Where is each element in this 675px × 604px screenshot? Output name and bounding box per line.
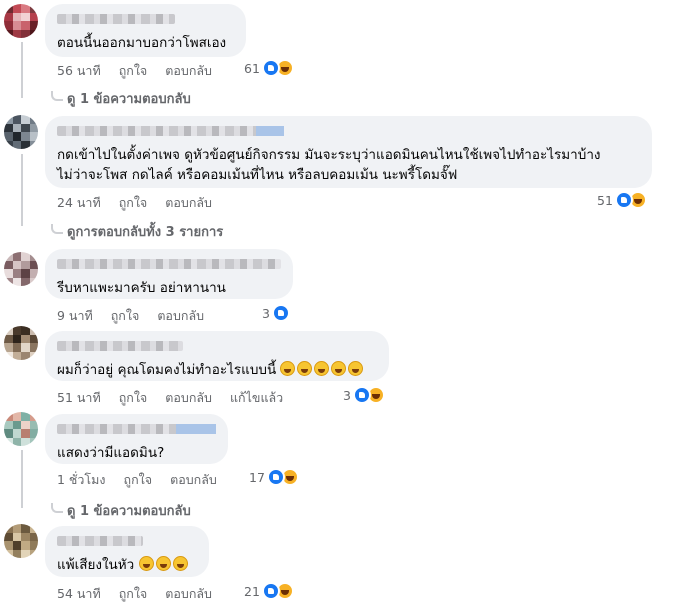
like-reaction-icon <box>614 191 633 209</box>
reply-arrow-icon <box>51 224 63 234</box>
comment-actions: 1 ชั่วโมง ถูกใจ ตอบกลับ <box>57 470 217 490</box>
like-button[interactable]: ถูกใจ <box>119 584 148 604</box>
comment-bubble: ผมก็ว่าอยู่ คุณโดมคงไม่ทำอะไรแบบนี้ <box>45 331 389 381</box>
view-replies-label: ดูการตอบกลับทั้ง 3 รายการ <box>67 225 224 240</box>
view-replies-label: ดู 1 ข้อความตอบกลับ <box>67 504 191 519</box>
reaction-count: 61 <box>244 60 260 76</box>
comment-text: รีบหาแพะมาครับ อย่าหานาน <box>57 280 226 296</box>
reaction-count: 3 <box>262 305 270 321</box>
thread-line <box>21 450 23 508</box>
like-reaction-icon <box>271 304 290 322</box>
comment-bubble: ตอนนี้นออกมาบอกว่าโพสเอง <box>45 4 246 57</box>
reaction-summary[interactable]: 51 <box>597 191 647 209</box>
reaction-count: 21 <box>244 583 260 599</box>
reply-button[interactable]: ตอบกลับ <box>165 193 212 213</box>
rofl-emoji-icon <box>155 556 171 571</box>
author-name-redacted[interactable] <box>57 259 281 269</box>
view-replies-label: ดู 1 ข้อความตอบกลับ <box>67 92 191 107</box>
like-button[interactable]: ถูกใจ <box>119 61 148 81</box>
comment-text: แสดงว่ามีแอดมิน? <box>57 445 165 461</box>
reaction-summary[interactable]: 3 <box>262 304 290 322</box>
avatar[interactable] <box>4 4 38 38</box>
comment-actions: 9 นาที ถูกใจ ตอบกลับ <box>57 306 204 326</box>
reaction-summary[interactable]: 3 <box>343 386 385 404</box>
author-name-redacted[interactable] <box>57 424 216 434</box>
comment-text: ตอนนี้นออกมาบอกว่าโพสเอง <box>57 35 227 51</box>
comment-text: กดเข้าไปในตั้งค่าเพจ ดูหัวข้อศูนย์กิจกรร… <box>57 147 601 183</box>
comment-text: แพ้เสียงในหัว <box>57 555 197 575</box>
comment-actions: 54 นาที ถูกใจ ตอบกลับ <box>57 584 212 604</box>
laughing-emoji-icon <box>280 361 296 376</box>
like-button[interactable]: ถูกใจ <box>119 193 148 213</box>
comment-actions: 51 นาที ถูกใจ ตอบกลับ แก้ไขแล้ว <box>57 388 283 408</box>
rofl-emoji-icon <box>138 556 154 571</box>
reply-arrow-icon <box>51 503 63 513</box>
view-replies-link[interactable]: ดู 1 ข้อความตอบกลับ <box>51 88 191 109</box>
rofl-emoji-icon <box>331 361 347 376</box>
like-reaction-icon <box>261 59 280 77</box>
reaction-summary[interactable]: 21 <box>244 582 294 600</box>
reply-button[interactable]: ตอบกลับ <box>170 470 217 490</box>
rofl-emoji-icon <box>348 361 364 376</box>
avatar[interactable] <box>4 412 38 446</box>
laughing-emoji-icon <box>297 361 313 376</box>
like-reaction-icon <box>352 386 371 404</box>
like-button[interactable]: ถูกใจ <box>111 306 140 326</box>
reply-button[interactable]: ตอบกลับ <box>157 306 204 326</box>
thread-line <box>21 42 23 98</box>
laughing-emoji-icon <box>314 361 330 376</box>
reply-button[interactable]: ตอบกลับ <box>165 388 212 408</box>
comment-bubble: กดเข้าไปในตั้งค่าเพจ ดูหัวข้อศูนย์กิจกรร… <box>45 116 652 188</box>
comment-text-content: ผมก็ว่าอยู่ คุณโดมคงไม่ทำอะไรแบบนี้ <box>57 362 277 378</box>
timestamp[interactable]: 54 นาที <box>57 584 101 604</box>
timestamp[interactable]: 51 นาที <box>57 388 101 408</box>
timestamp[interactable]: 1 ชั่วโมง <box>57 470 106 490</box>
comment-bubble: แสดงว่ามีแอดมิน? <box>45 414 228 464</box>
avatar[interactable] <box>4 524 38 558</box>
reaction-count: 51 <box>597 192 613 208</box>
author-name-redacted[interactable] <box>57 341 183 351</box>
author-name-redacted[interactable] <box>57 14 175 24</box>
author-name-redacted[interactable] <box>57 536 143 546</box>
avatar[interactable] <box>4 115 38 149</box>
comment-text-content: แพ้เสียงในหัว <box>57 557 135 573</box>
reply-button[interactable]: ตอบกลับ <box>165 61 212 81</box>
reaction-summary[interactable]: 61 <box>244 59 294 77</box>
like-button[interactable]: ถูกใจ <box>124 470 153 490</box>
comment-actions: 56 นาที ถูกใจ ตอบกลับ <box>57 61 212 81</box>
view-replies-link[interactable]: ดูการตอบกลับทั้ง 3 รายการ <box>51 221 223 242</box>
reply-arrow-icon <box>51 91 63 101</box>
like-reaction-icon <box>261 582 280 600</box>
comment-bubble: รีบหาแพะมาครับ อย่าหานาน <box>45 249 293 299</box>
comment-actions: 24 นาที ถูกใจ ตอบกลับ <box>57 193 212 213</box>
timestamp[interactable]: 9 นาที <box>57 306 93 326</box>
avatar[interactable] <box>4 326 38 360</box>
rofl-emoji-icon <box>172 556 188 571</box>
comment-bubble: แพ้เสียงในหัว <box>45 526 209 577</box>
like-reaction-icon <box>266 468 285 486</box>
thread-line <box>21 154 23 226</box>
reaction-count: 17 <box>249 469 265 485</box>
comment-text: ผมก็ว่าอยู่ คุณโดมคงไม่ทำอะไรแบบนี้ <box>57 360 377 380</box>
view-replies-link[interactable]: ดู 1 ข้อความตอบกลับ <box>51 500 191 521</box>
reaction-summary[interactable]: 17 <box>249 468 299 486</box>
author-name-redacted[interactable] <box>57 126 284 136</box>
edited-label[interactable]: แก้ไขแล้ว <box>230 388 283 408</box>
timestamp[interactable]: 56 นาที <box>57 61 101 81</box>
reply-button[interactable]: ตอบกลับ <box>165 584 212 604</box>
timestamp[interactable]: 24 นาที <box>57 193 101 213</box>
avatar[interactable] <box>4 252 38 286</box>
reaction-count: 3 <box>343 387 351 403</box>
like-button[interactable]: ถูกใจ <box>119 388 148 408</box>
